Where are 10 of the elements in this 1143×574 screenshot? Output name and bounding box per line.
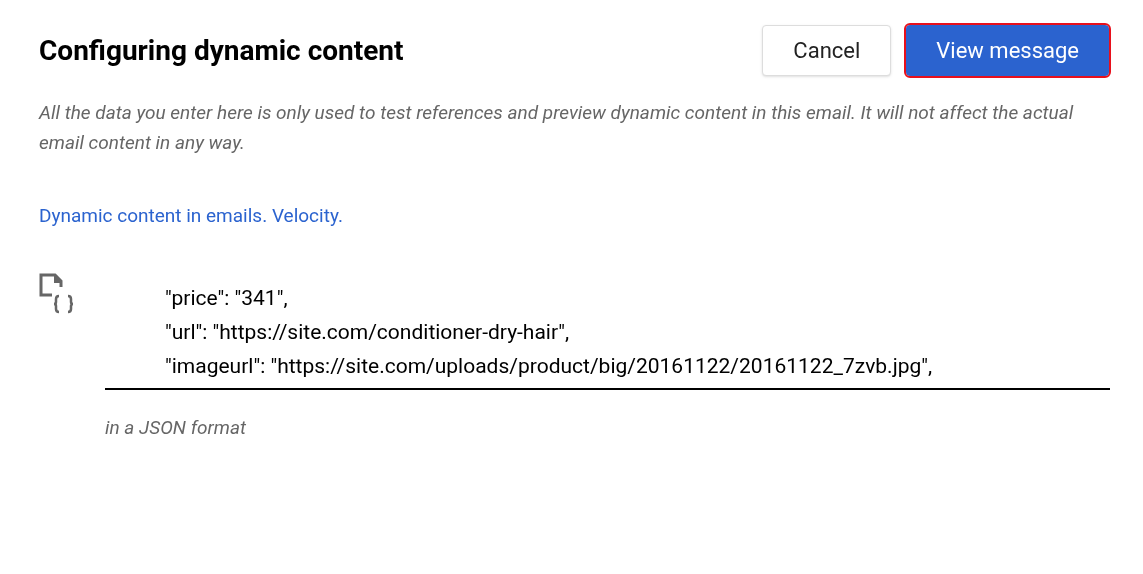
json-line: "url": "https://site.com/conditioner-dry-hair", bbox=[165, 318, 570, 346]
help-link[interactable]: Dynamic content in emails. Velocity. bbox=[39, 202, 343, 231]
description-text: All the data you enter here is only used to test references and preview dynamic content in this email. It will not affect the actual email content in any way. bbox=[39, 100, 1075, 156]
view-message-button[interactable]: View message bbox=[906, 25, 1109, 76]
json-input-field[interactable]: "price": "341", "url": "https://site.com/conditioner-dry-hair", "imageurl": "https://site.com/uploads/product/big/20161122/20161122_7zvb.jpg", bbox=[105, 270, 1110, 390]
dialog-title: Configuring dynamic content bbox=[39, 32, 404, 69]
cancel-button[interactable]: Cancel bbox=[762, 25, 892, 76]
json-line: "price": "341", bbox=[165, 284, 288, 312]
json-line: "imageurl": "https://site.com/uploads/product/big/20161122/20161122_7zvb.jpg", bbox=[165, 352, 933, 380]
helper-text: in a JSON format bbox=[105, 414, 246, 441]
